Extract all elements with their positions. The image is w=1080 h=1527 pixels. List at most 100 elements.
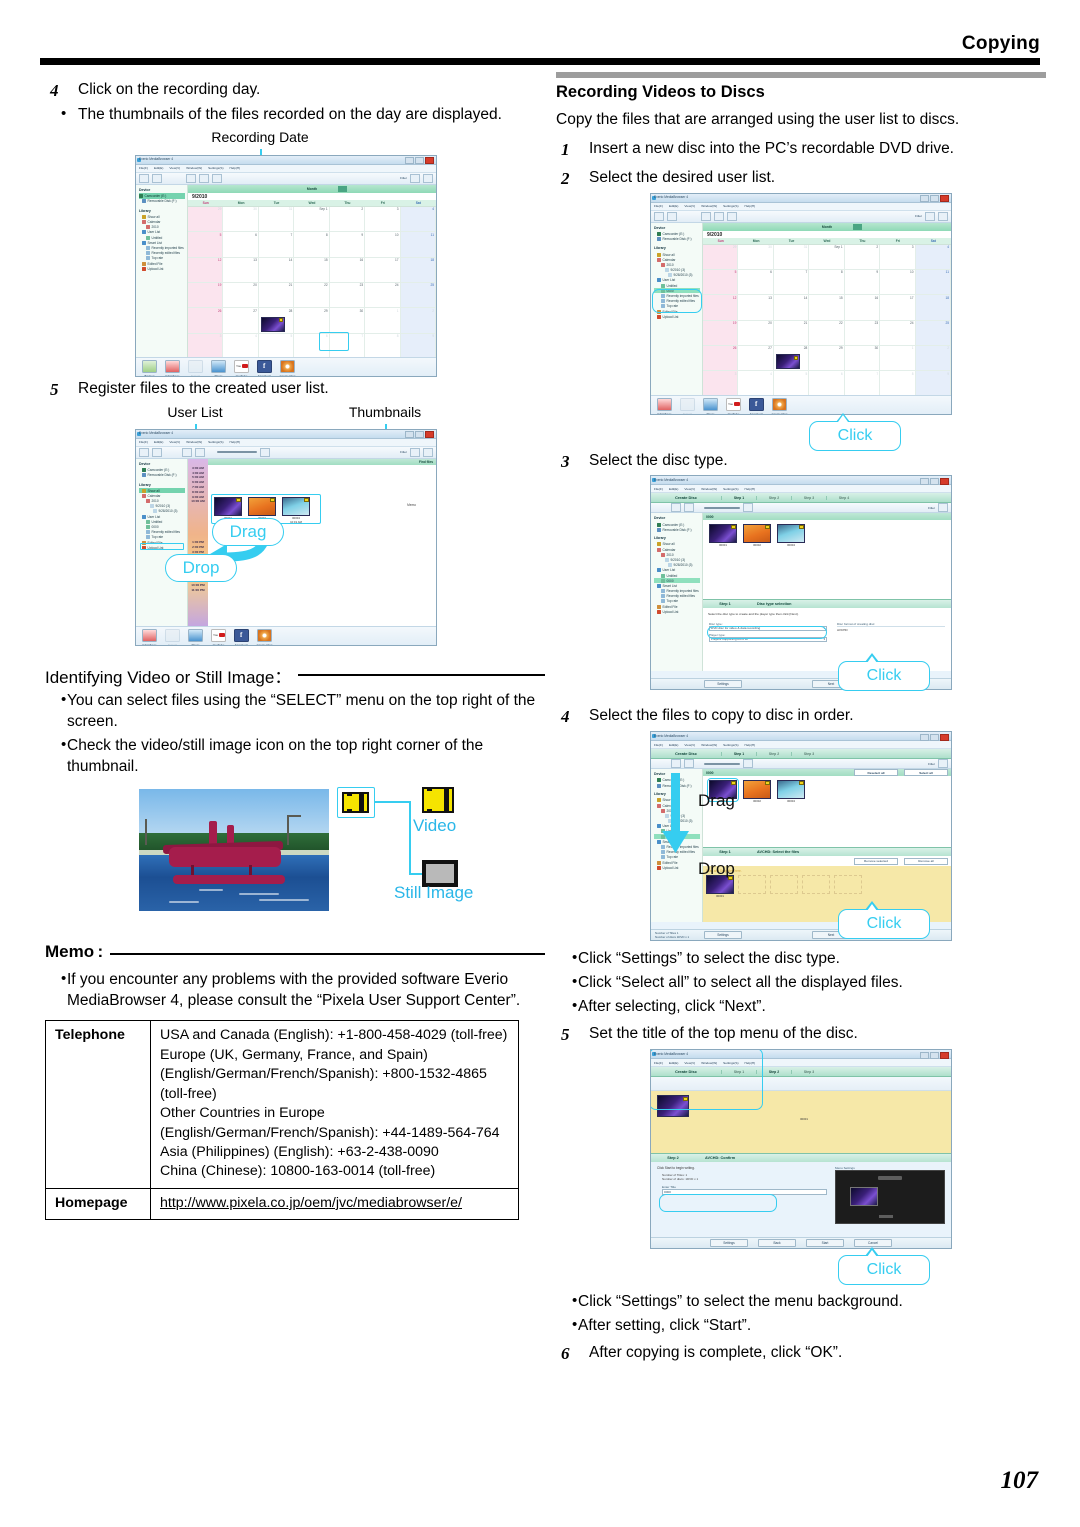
calendar-cell[interactable]: 21 bbox=[773, 320, 810, 346]
window-buttons[interactable] bbox=[920, 1051, 949, 1059]
footer-edit-movie-button[interactable]: Edit Movie bbox=[656, 397, 673, 414]
sidebar-item-removable-disk[interactable]: Removable Disk (F:) bbox=[139, 472, 185, 478]
tools-button[interactable] bbox=[152, 173, 162, 183]
calendar-cell[interactable]: 8 bbox=[365, 333, 401, 357]
calendar-cell[interactable]: 11 bbox=[915, 269, 951, 296]
sidebar-item-removable-disk[interactable]: Removable Disk (F:) bbox=[654, 527, 700, 532]
calendar-cell[interactable]: Sep 1 bbox=[294, 206, 330, 233]
calendar-month-bar[interactable]: Month bbox=[188, 184, 436, 193]
calendar-cell[interactable]: 4 bbox=[738, 371, 774, 395]
footer-create-disc-button[interactable]: Create Disc bbox=[279, 359, 296, 376]
filter-icon[interactable] bbox=[410, 173, 420, 183]
remove-selected-button[interactable]: Remove selected bbox=[854, 857, 898, 865]
add-button[interactable] bbox=[139, 173, 149, 183]
footer-export-button[interactable]: Export bbox=[679, 397, 696, 414]
footer-facebook-button[interactable]: f Facebook bbox=[256, 359, 273, 376]
calendar-cell[interactable]: 29 bbox=[188, 206, 224, 233]
footer-toolbar[interactable]: Edit Movie Export Share You YouTube f Fa… bbox=[651, 394, 951, 414]
calendar-cell[interactable]: 3 bbox=[880, 244, 916, 270]
maximize-button[interactable] bbox=[415, 431, 424, 439]
calendar-cell[interactable]: 27 bbox=[223, 308, 259, 334]
calendar-cell[interactable]: 2 bbox=[329, 206, 366, 233]
calendar-today-button[interactable] bbox=[337, 185, 347, 192]
calendar-cell-with-thumbnail[interactable]: 28 bbox=[258, 308, 295, 334]
window-buttons[interactable] bbox=[405, 157, 434, 165]
calendar-cell[interactable]: 6 bbox=[809, 371, 845, 395]
window-buttons[interactable] bbox=[920, 195, 949, 203]
calendar-cell[interactable]: 3 bbox=[188, 333, 224, 357]
sidebar[interactable]: Device Camcorder (E:) Removable Disk (F:… bbox=[651, 513, 703, 672]
footer-toolbar[interactable]: Edit Movie Export Share You YouTube f Fa… bbox=[136, 625, 436, 645]
maximize-button[interactable] bbox=[415, 157, 424, 165]
app-window-create-disc-step1[interactable]: Everio MediaBrowser 4 File(F) Edit(E) Vi… bbox=[650, 475, 952, 691]
calendar-cell[interactable]: 7 bbox=[773, 269, 810, 296]
select-menu-button[interactable] bbox=[938, 211, 948, 221]
calendar-cell[interactable]: 11 bbox=[400, 232, 436, 258]
calendar-cell[interactable]: 31 bbox=[258, 206, 295, 233]
add-button[interactable] bbox=[654, 211, 664, 221]
menu-settings[interactable]: Settings(S) bbox=[208, 440, 223, 444]
video-thumbnail[interactable] bbox=[743, 523, 771, 543]
view-grid-button[interactable] bbox=[182, 447, 192, 457]
minimize-button[interactable] bbox=[920, 477, 929, 485]
sidebar-item-upload-list[interactable]: Upload List bbox=[139, 266, 185, 271]
calendar-cell[interactable]: 12 bbox=[188, 257, 224, 283]
tools-button[interactable] bbox=[152, 447, 162, 457]
view-list-button[interactable] bbox=[199, 173, 209, 183]
settings-gear-button[interactable] bbox=[743, 503, 753, 513]
footer-edit-movie-button[interactable]: Edit Movie bbox=[164, 359, 181, 376]
select-menu-button[interactable] bbox=[938, 503, 948, 513]
minimize-button[interactable] bbox=[405, 431, 414, 439]
minimize-button[interactable] bbox=[920, 1051, 929, 1059]
calendar-cell[interactable]: 17 bbox=[880, 295, 916, 321]
menu-file[interactable]: File(F) bbox=[139, 166, 148, 170]
thumbnail-item[interactable]: 00002 bbox=[743, 523, 771, 547]
calendar-cell[interactable]: 23 bbox=[844, 320, 881, 346]
calendar-cell[interactable]: 22 bbox=[809, 320, 845, 346]
calendar-cell[interactable]: 18 bbox=[400, 257, 436, 283]
menu-view[interactable]: View(V) bbox=[169, 440, 180, 444]
menu-help[interactable]: Help(H) bbox=[229, 166, 240, 170]
calendar-cell[interactable]: 19 bbox=[188, 282, 224, 309]
start-button[interactable]: Start bbox=[806, 1239, 844, 1248]
homepage-link[interactable]: http://www.pixela.co.jp/oem/jvc/mediabro… bbox=[160, 1195, 462, 1211]
sidebar-item-removable-disk[interactable]: Removable Disk (F:) bbox=[654, 236, 700, 241]
calendar-video-thumbnail[interactable] bbox=[260, 316, 285, 332]
footer-create-disc-button[interactable]: Create Disc bbox=[771, 397, 788, 414]
calendar-cell[interactable]: 5 bbox=[774, 371, 810, 395]
menu-file[interactable]: File(F) bbox=[654, 487, 663, 491]
window-buttons[interactable] bbox=[920, 733, 949, 741]
menu-edit[interactable]: Edit(E) bbox=[669, 487, 678, 491]
app-window-create-disc-step2[interactable]: Everio MediaBrowser 4 File(F) Edit(E) Vi… bbox=[650, 1049, 952, 1250]
view-grid-button[interactable] bbox=[186, 173, 196, 183]
video-thumbnail[interactable] bbox=[777, 779, 805, 799]
sidebar[interactable]: Device Camcorder (E:) Removable Disk (F:… bbox=[651, 222, 703, 395]
maximize-button[interactable] bbox=[930, 733, 939, 741]
menu-bar[interactable]: File(F) Edit(E) View(V) Window(W) Settin… bbox=[651, 485, 951, 494]
calendar-cell[interactable]: 4 bbox=[223, 333, 259, 357]
sidebar-item-upload-list[interactable]: Upload List bbox=[654, 314, 700, 319]
menu-edit[interactable]: Edit(E) bbox=[669, 743, 678, 747]
calendar-cell[interactable]: 14 bbox=[258, 257, 295, 283]
menu-view[interactable]: View(V) bbox=[169, 166, 180, 170]
select-menu-button[interactable] bbox=[423, 173, 433, 183]
footer-share-button[interactable]: Share bbox=[187, 628, 204, 645]
settings-gear-button[interactable] bbox=[260, 447, 270, 457]
calendar-today-button[interactable] bbox=[852, 223, 862, 230]
view-grid-button[interactable] bbox=[701, 211, 711, 221]
window-buttons[interactable] bbox=[920, 477, 949, 485]
settings-button[interactable]: Settings bbox=[704, 680, 742, 689]
view-list-button[interactable] bbox=[195, 447, 205, 457]
calendar-cell[interactable]: 12 bbox=[703, 295, 739, 321]
view-list-button[interactable] bbox=[684, 759, 694, 769]
app-window-userlist-selected[interactable]: Everio MediaBrowser 4 File(F) Edit(E) Vi… bbox=[650, 192, 952, 415]
remove-all-button[interactable]: Remove all bbox=[904, 857, 948, 865]
menu-settings[interactable]: Settings(S) bbox=[723, 204, 738, 208]
footer-youtube-button[interactable]: You YouTube bbox=[233, 359, 250, 376]
video-thumbnail[interactable] bbox=[709, 523, 737, 543]
calendar-cell[interactable]: 10 bbox=[880, 269, 916, 296]
calendar-cell[interactable]: 30 bbox=[223, 206, 259, 233]
calendar-cell[interactable]: 2 bbox=[844, 244, 881, 270]
calendar-cell[interactable]: 20 bbox=[738, 320, 774, 346]
calendar-cell[interactable]: 15 bbox=[809, 295, 845, 321]
